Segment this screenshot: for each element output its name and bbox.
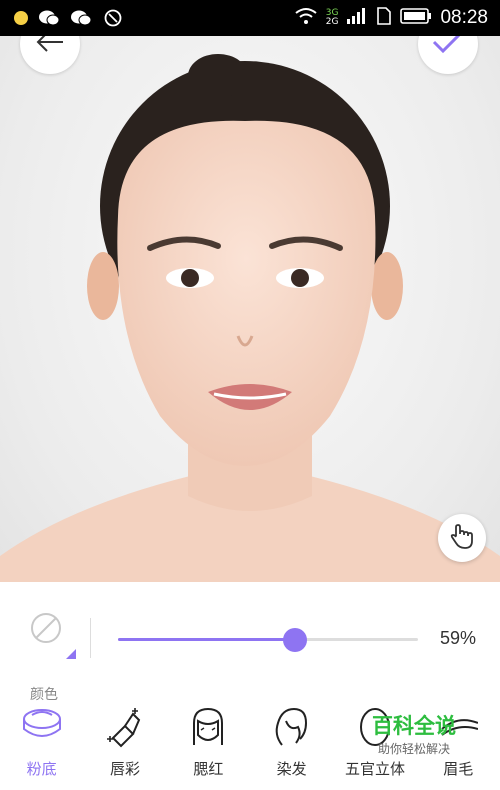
color-selector[interactable]: 颜色 <box>22 604 78 703</box>
sim-icon <box>376 7 392 29</box>
tab-hair-dye[interactable]: 染发 <box>250 704 333 790</box>
hand-pointer-icon <box>448 522 476 554</box>
face-photo[interactable] <box>0 36 500 582</box>
touch-compare-button[interactable] <box>438 514 486 562</box>
slider-thumb[interactable] <box>283 628 307 652</box>
signal-icon <box>346 8 368 28</box>
watermark-logo: 百科全说 助你轻松解决 <box>364 714 464 757</box>
wechat-icon <box>70 8 92 28</box>
wifi-icon <box>294 7 318 29</box>
checkmark-icon <box>432 36 464 58</box>
intensity-slider[interactable] <box>118 628 418 652</box>
foundation-compact-icon <box>17 704 67 750</box>
portrait-image <box>0 54 500 582</box>
makeup-panel: 颜色 59% 粉底 唇彩 腮红 染发 五官立体 眉毛 <box>0 582 500 790</box>
battery-icon <box>400 8 432 28</box>
tab-blush[interactable]: 腮红 <box>167 704 250 790</box>
app-badge-icon <box>102 8 124 28</box>
network-type: 3G 2G <box>325 8 339 27</box>
status-bar: 3G 2G 08:28 <box>0 0 500 36</box>
divider <box>90 618 91 658</box>
wechat-icon <box>38 8 60 28</box>
watermark-subtitle: 助你轻松解决 <box>377 742 450 756</box>
hair-dye-icon <box>267 704 317 750</box>
color-label: 颜色 <box>30 687 58 703</box>
expand-corner-icon <box>66 644 76 663</box>
notification-dot-icon <box>14 11 28 25</box>
intensity-value: 59% <box>440 628 477 648</box>
watermark-title: 百科全说 <box>372 714 456 738</box>
tab-lipstick[interactable]: 唇彩 <box>83 704 166 790</box>
no-color-icon <box>28 610 64 650</box>
blush-face-icon <box>183 704 233 750</box>
arrow-left-icon <box>35 36 65 58</box>
slider-fill <box>118 638 295 641</box>
tab-foundation[interactable]: 粉底 <box>0 704 83 790</box>
lipstick-icon <box>100 704 150 750</box>
clock: 08:28 <box>440 7 488 28</box>
